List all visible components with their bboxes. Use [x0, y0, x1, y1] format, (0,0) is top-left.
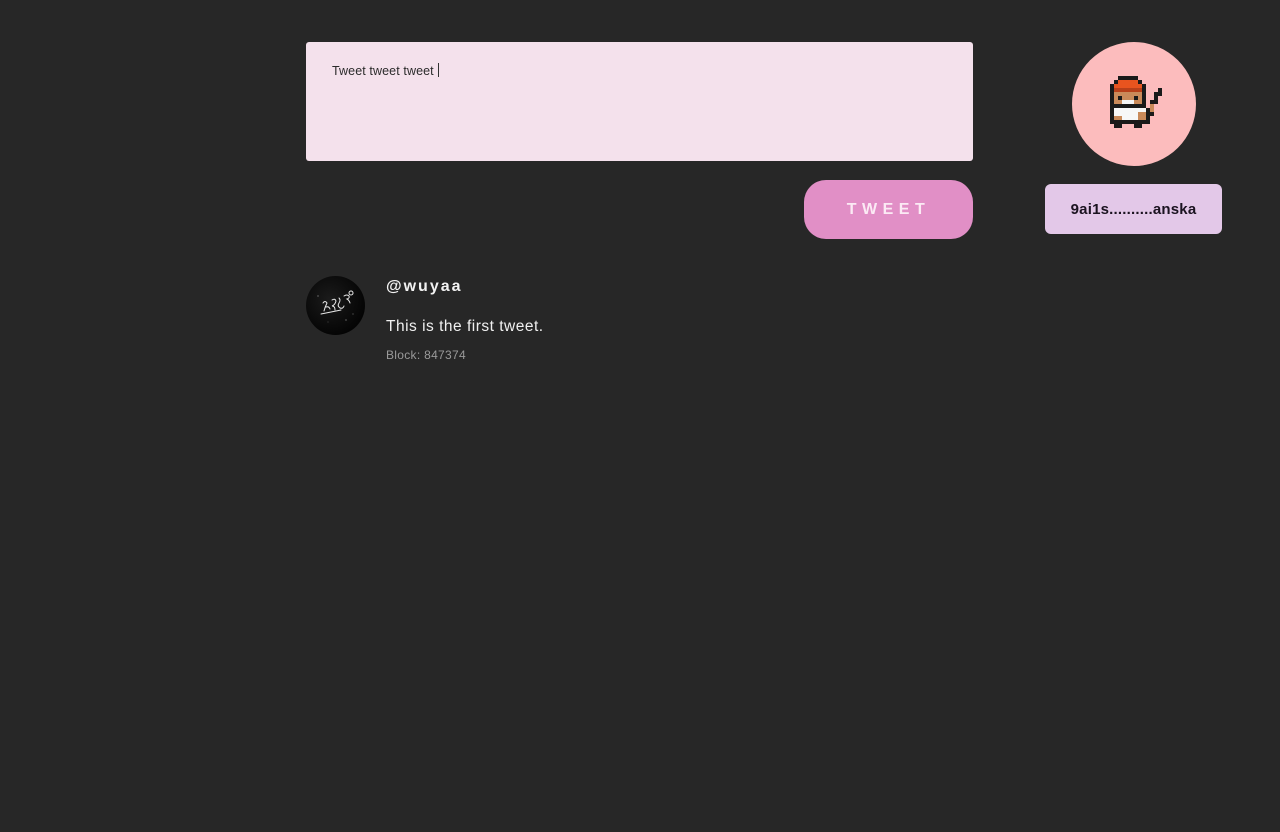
composer-text: Tweet tweet tweet: [332, 64, 438, 78]
tweet-text: This is the first tweet.: [386, 318, 544, 335]
tweet-author-handle[interactable]: @wuyaa: [386, 278, 463, 296]
tweet-composer-input[interactable]: Tweet tweet tweet: [306, 42, 973, 161]
pixel-cat-avatar-icon: [1110, 76, 1162, 128]
tweet-block-number: Block: 847374: [386, 348, 466, 362]
app-page: Tweet tweet tweet TWEET 9ai1s..........a…: [0, 0, 1280, 832]
tweet-item: @wuyaa This is the first tweet. Block: 8…: [306, 276, 973, 376]
tweet-button[interactable]: TWEET: [804, 180, 973, 239]
wallet-address-button[interactable]: 9ai1s..........anska: [1045, 184, 1222, 234]
text-caret: [438, 63, 440, 77]
tweet-author-avatar[interactable]: [306, 276, 365, 335]
profile-avatar[interactable]: [1072, 42, 1196, 166]
signature-avatar-icon: [317, 290, 354, 323]
